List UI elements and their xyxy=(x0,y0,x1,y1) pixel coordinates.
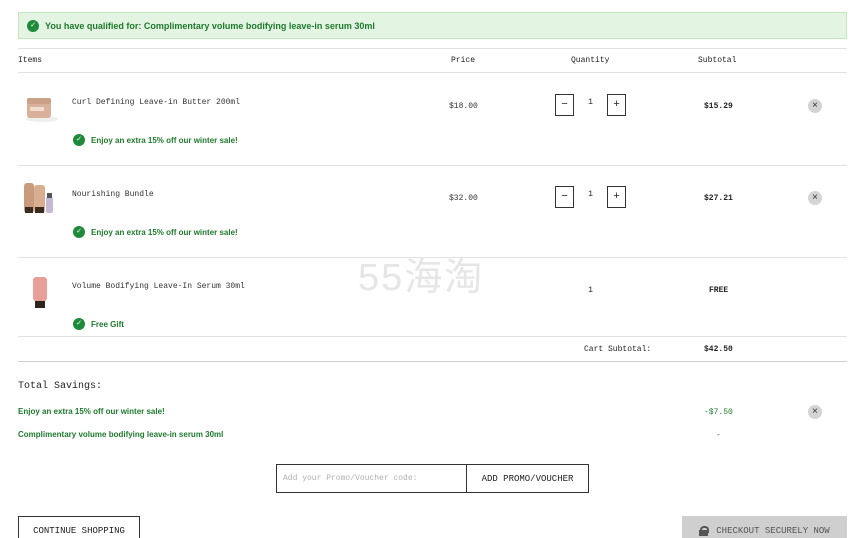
savings-line-label: Complimentary volume bodifying leave-in … xyxy=(18,430,224,439)
product-image-volume-serum[interactable] xyxy=(30,275,50,316)
item-price: $18.00 xyxy=(449,102,478,111)
savings-line-value: - xyxy=(716,431,721,440)
decrease-quantity-button[interactable]: − xyxy=(555,94,574,116)
close-icon: × xyxy=(811,192,818,204)
savings-title: Total Savings: xyxy=(18,381,103,392)
checkout-button[interactable]: CHECKOUT SECURELY NOW xyxy=(682,516,847,538)
divider xyxy=(18,336,847,337)
header-subtotal: Subtotal xyxy=(698,56,737,65)
item-promo: ✓ Enjoy an extra 15% off our winter sale… xyxy=(73,226,238,238)
check-circle-icon: ✓ xyxy=(73,134,85,146)
item-promo: ✓ Free Gift xyxy=(73,318,124,330)
divider xyxy=(18,72,847,73)
checkout-label: CHECKOUT SECURELY NOW xyxy=(716,526,830,536)
item-promo: ✓ Enjoy an extra 15% off our winter sale… xyxy=(73,134,238,146)
close-icon: × xyxy=(811,100,818,112)
qualified-banner: ✓ You have qualified for: Complimentary … xyxy=(18,12,847,39)
banner-text: You have qualified for: Complimentary vo… xyxy=(45,20,375,31)
watermark-logo: 55海淘 xyxy=(358,257,485,299)
divider xyxy=(18,165,847,166)
continue-shopping-button[interactable]: CONTINUE SHOPPING xyxy=(18,516,140,538)
product-name[interactable]: Curl Defining Leave-in Butter 200ml xyxy=(72,98,240,107)
item-subtotal: $15.29 xyxy=(704,102,733,111)
savings-line-label: Enjoy an extra 15% off our winter sale! xyxy=(18,407,165,416)
savings-line-value: -$7.50 xyxy=(704,408,733,417)
decrease-quantity-button[interactable]: − xyxy=(555,186,574,208)
check-circle-icon: ✓ xyxy=(27,19,39,32)
item-subtotal: FREE xyxy=(709,286,729,295)
close-icon: × xyxy=(811,406,818,418)
item-price: $32.00 xyxy=(449,194,478,203)
remove-item-button[interactable]: × xyxy=(808,191,822,205)
product-name[interactable]: Volume Bodifying Leave-In Serum 30ml xyxy=(72,282,245,291)
quantity-value[interactable]: 1 xyxy=(574,94,607,107)
header-items: Items xyxy=(18,56,43,65)
divider xyxy=(18,48,847,49)
remove-discount-button[interactable]: × xyxy=(808,405,822,419)
quantity-stepper: − 1 + xyxy=(555,94,626,116)
product-name[interactable]: Nourishing Bundle xyxy=(72,190,154,199)
promo-code-input[interactable] xyxy=(276,464,466,493)
cart-subtotal-label: Cart Subtotal: xyxy=(584,345,652,354)
quantity-value: 1 xyxy=(588,286,593,295)
add-promo-button[interactable]: ADD PROMO/VOUCHER xyxy=(466,464,589,493)
check-circle-icon: ✓ xyxy=(73,226,85,238)
divider xyxy=(18,361,847,362)
promo-text: Enjoy an extra 15% off our winter sale! xyxy=(91,227,238,237)
quantity-value[interactable]: 1 xyxy=(574,186,607,199)
header-quantity: Quantity xyxy=(571,56,610,65)
cart-subtotal-value: $42.50 xyxy=(704,345,733,354)
promo-text: Free Gift xyxy=(91,319,124,329)
remove-item-button[interactable]: × xyxy=(808,99,822,113)
check-circle-icon: ✓ xyxy=(73,318,85,330)
header-price: Price xyxy=(451,56,476,65)
product-image-nourishing-bundle[interactable] xyxy=(22,181,56,222)
quantity-stepper: − 1 + xyxy=(555,186,626,208)
product-image-curl-butter[interactable] xyxy=(24,95,60,128)
lock-icon xyxy=(699,526,710,536)
promo-text: Enjoy an extra 15% off our winter sale! xyxy=(91,135,238,145)
increase-quantity-button[interactable]: + xyxy=(607,94,626,116)
increase-quantity-button[interactable]: + xyxy=(607,186,626,208)
item-subtotal: $27.21 xyxy=(704,194,733,203)
